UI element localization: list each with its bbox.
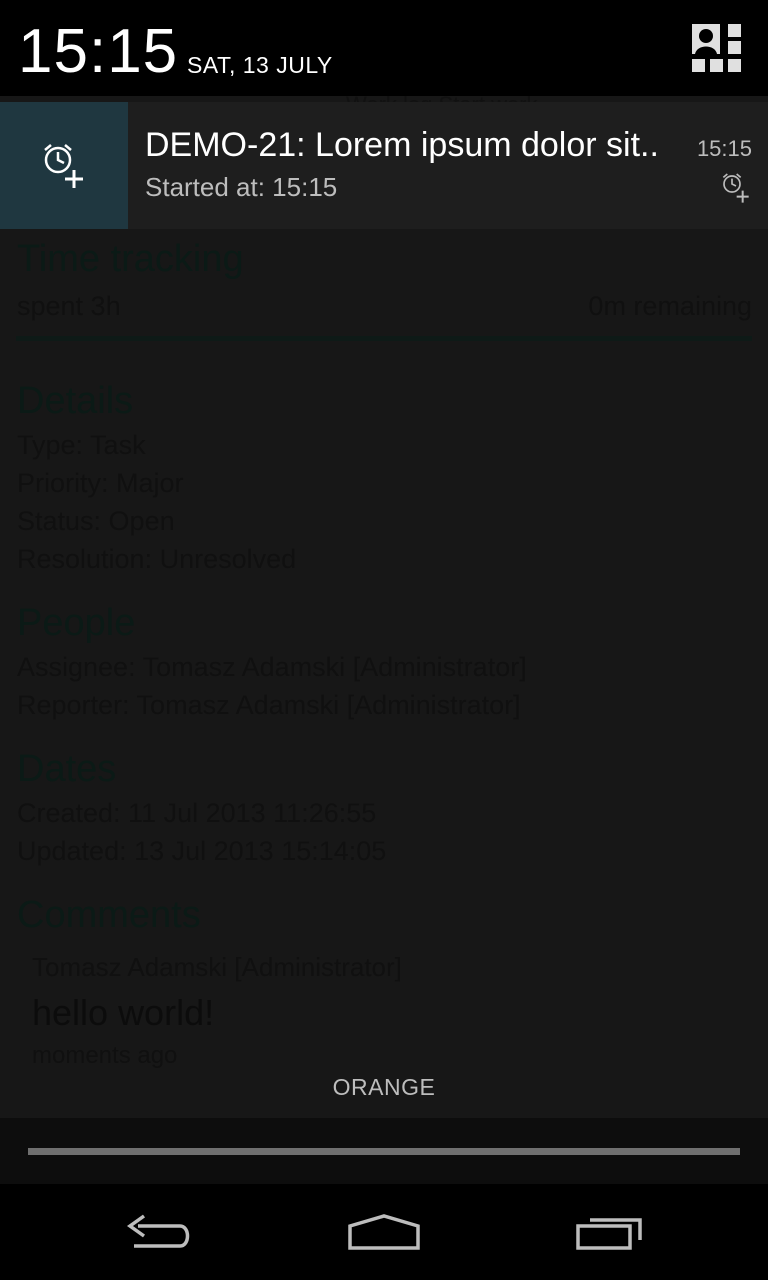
comment-body: hello world! <box>32 992 215 1033</box>
navigation-bar <box>0 1184 768 1280</box>
recents-button[interactable] <box>560 1202 660 1262</box>
detail-priority: Priority: Major <box>17 468 184 498</box>
back-icon <box>126 1214 190 1248</box>
time-spent: spent 3h <box>17 291 121 321</box>
detail-resolution: Resolution: Unresolved <box>17 544 297 574</box>
people-reporter: Reporter: Tomasz Adamski [Administrator] <box>17 690 521 720</box>
time-tracking-progress <box>16 336 752 341</box>
date-updated: Updated: 13 Jul 2013 15:14:05 <box>17 836 387 866</box>
background-app: Work log Start work Time tracking spent … <box>0 96 768 1184</box>
notification-item[interactable]: DEMO-21: Lorem ipsum dolor sit.. Started… <box>0 102 768 229</box>
notification-shade-bottom <box>0 1118 768 1184</box>
people-assignee: Assignee: Tomasz Adamski [Administrator] <box>17 652 527 682</box>
home-button[interactable] <box>334 1202 434 1262</box>
people-title: People <box>17 602 136 644</box>
comment-time: moments ago <box>32 1042 178 1069</box>
alarm-add-icon <box>44 144 83 188</box>
alarm-add-small-icon <box>722 173 749 203</box>
notification-title: DEMO-21: Lorem ipsum dolor sit.. <box>145 126 659 164</box>
comment-author: Tomasz Adamski [Administrator] <box>32 952 402 982</box>
home-icon <box>348 1214 420 1250</box>
notification-icon-area <box>0 102 128 229</box>
detail-status: Status: Open <box>17 506 175 536</box>
comments-title: Comments <box>17 894 201 936</box>
dates-title: Dates <box>17 748 117 790</box>
recents-icon <box>576 1218 642 1250</box>
date-created: Created: 11 Jul 2013 11:26:55 <box>17 798 377 828</box>
detail-type: Type: Task <box>17 430 146 460</box>
time-tracking-title: Time tracking <box>17 238 244 280</box>
quick-settings-icon <box>692 24 741 72</box>
status-date: SAT, 13 JULY <box>187 52 333 78</box>
notification-time: 15:15 <box>696 136 752 161</box>
quick-settings-button[interactable] <box>690 22 744 74</box>
carrier-label: ORANGE <box>332 1074 436 1100</box>
status-bar: 15:15 SAT, 13 JULY <box>0 0 768 96</box>
time-remaining: 0m remaining <box>588 291 752 321</box>
status-clock: 15:15 <box>18 17 179 86</box>
details-title: Details <box>17 380 134 422</box>
shade-drag-handle[interactable] <box>28 1148 740 1155</box>
back-button[interactable] <box>110 1202 210 1262</box>
notification-subtitle: Started at: 15:15 <box>145 172 338 202</box>
